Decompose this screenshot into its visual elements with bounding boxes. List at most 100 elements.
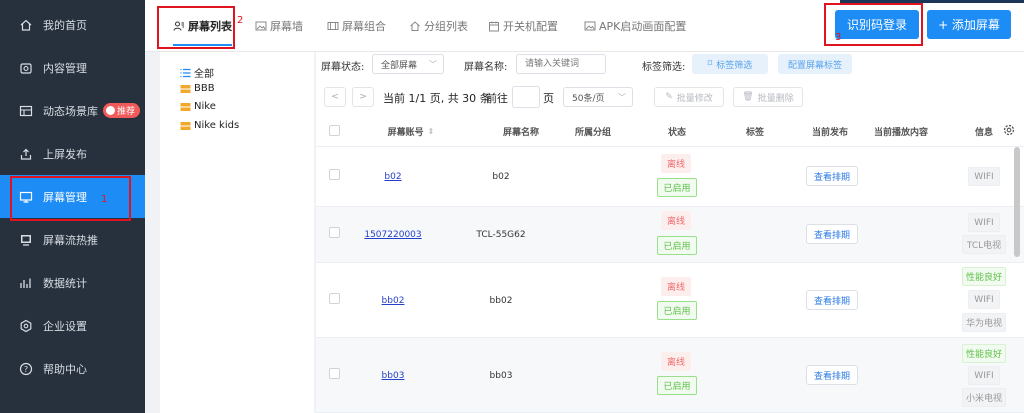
status-select[interactable]: 全部屏幕 ﹀ (372, 54, 444, 74)
screen-account-link[interactable]: 1507220003 (364, 230, 421, 240)
enabled-badge: 已启用 (657, 236, 697, 255)
batch-edit-button[interactable]: ✎ 批量修改 (654, 87, 724, 107)
view-schedule-button[interactable]: 查看排期 (806, 166, 858, 186)
tab-power-config[interactable]: 开关机配置 (488, 10, 558, 42)
add-screen-button[interactable]: + 添加屏幕 (927, 10, 1011, 39)
tab-screen-combo[interactable]: 屏幕组合 (327, 10, 386, 42)
view-schedule-button[interactable]: 查看排期 (806, 365, 858, 385)
screen-account-link[interactable]: bb03 (382, 371, 405, 381)
settings-gear-icon[interactable] (1002, 123, 1016, 140)
view-schedule-button[interactable]: 查看排期 (806, 290, 858, 310)
offline-badge: 离线 (661, 352, 691, 371)
table-header: 屏幕账号 ⇕ 屏幕名称 所属分组 状态 标签 当前发布 当前播放内容 信息 (316, 115, 1024, 147)
sidebar-item-publish[interactable]: 上屏发布 (0, 132, 145, 175)
tree-item-all[interactable]: 全部 (180, 65, 214, 80)
goto-label: 前往 (486, 92, 508, 105)
annotation-number-1: 1 (101, 194, 108, 205)
tag-filter-button[interactable]: ⌑ 标签筛选 (692, 54, 768, 74)
annotation-number-2: 2 (237, 15, 244, 26)
trash-icon: 🗑 (742, 92, 754, 102)
info-tag: WIFI (968, 290, 1000, 309)
sidebar-item-home[interactable]: 我的首页 (0, 3, 145, 46)
list-icon (180, 68, 191, 78)
chart-icon (19, 276, 33, 290)
offline-badge: 离线 (661, 154, 691, 173)
sidebar-item-label: 屏幕流热推 (43, 233, 98, 247)
sidebar-item-help[interactable]: ? 帮助中心 (0, 347, 145, 390)
offline-badge: 离线 (661, 277, 691, 296)
batch-delete-button[interactable]: 🗑 批量删除 (733, 87, 803, 107)
name-search-input[interactable] (516, 54, 606, 74)
upload-icon (19, 147, 33, 161)
vertical-scrollbar[interactable] (1014, 147, 1020, 257)
row-checkbox[interactable] (329, 293, 340, 304)
config-screen-tag-button[interactable]: 配置屏幕标签 (778, 54, 852, 74)
tree-item-nike[interactable]: Nike (180, 101, 216, 112)
annotation-box-2 (157, 6, 235, 49)
sidebar-item-label: 上屏发布 (43, 147, 87, 161)
table-row: 1507220003 TCL-55G62 离线 已启用 查看排期 WIFI TC… (316, 207, 1024, 263)
row-checkbox[interactable] (329, 227, 340, 238)
row-checkbox[interactable] (329, 169, 340, 180)
sidebar-item-label: 帮助中心 (43, 362, 87, 376)
sidebar-item-label: 数据统计 (43, 276, 87, 290)
sidebar-item-content[interactable]: 内容管理 (0, 46, 145, 89)
badge-icon (106, 106, 115, 115)
calendar-icon (488, 20, 500, 32)
chevron-down-icon: ﹀ (618, 93, 626, 102)
enabled-badge: 已启用 (657, 178, 697, 197)
sidebar-item-statistics[interactable]: 数据统计 (0, 261, 145, 304)
sidebar-item-label: 动态场景库 (43, 104, 98, 118)
enabled-badge: 已启用 (657, 376, 697, 395)
sort-icon[interactable]: ⇕ (428, 127, 435, 136)
view-schedule-button[interactable]: 查看排期 (806, 224, 858, 244)
info-tag: 华为电视 (962, 313, 1006, 332)
offline-badge: 离线 (661, 211, 691, 230)
row-checkbox[interactable] (329, 368, 340, 379)
info-tag: WIFI (968, 167, 1000, 186)
tab-screen-wall[interactable]: 屏幕墙 (255, 10, 303, 42)
chevron-down-icon: ﹀ (429, 60, 437, 69)
col-status: 状态 (667, 127, 686, 138)
page-size-select[interactable]: 50条/页 ﹀ (563, 87, 633, 107)
sidebar-item-label: 内容管理 (43, 61, 87, 75)
edit-icon: ✎ (665, 92, 673, 102)
sidebar-item-enterprise-settings[interactable]: 企业设置 (0, 304, 145, 347)
goto-page-input[interactable] (512, 86, 540, 108)
screen-account-link[interactable]: b02 (384, 172, 401, 182)
table-row: b02 b02 离线 已启用 查看排期 WIFI (316, 147, 1024, 207)
page-info: 当前 1/1 页, 共 30 条 (383, 92, 491, 105)
gear-icon (19, 319, 33, 333)
screen-name: b02 (492, 172, 510, 182)
screen-name: TCL-55G62 (476, 230, 526, 240)
folder-icon (180, 84, 191, 94)
tree-item-nike-kids[interactable]: Nike kids (180, 120, 239, 131)
tab-group-list[interactable]: 分组列表 (409, 10, 468, 42)
content-icon (19, 61, 33, 75)
svg-text:?: ? (24, 365, 28, 374)
home-icon (409, 20, 421, 32)
help-icon: ? (19, 362, 33, 376)
image-icon (584, 20, 596, 32)
chevron-left-icon: < (331, 92, 339, 102)
select-all-checkbox[interactable] (329, 125, 340, 136)
sidebar-item-screen-push[interactable]: 屏幕流热推 (0, 218, 145, 261)
info-tag: WIFI (968, 366, 1000, 385)
page-unit-label: 页 (543, 92, 554, 105)
folder-icon (180, 102, 191, 112)
tree-item-bbb[interactable]: BBB (180, 83, 215, 94)
table-row: bb03 bb03 离线 已启用 查看排期 性能良好 WIFI 小米电视 (316, 338, 1024, 413)
info-tag: WIFI (968, 213, 1000, 232)
col-info: 信息 (974, 127, 993, 138)
chevron-right-icon: > (359, 92, 367, 102)
annotation-box-1 (10, 176, 131, 221)
next-page-button[interactable]: > (352, 87, 374, 107)
home-icon (19, 18, 33, 32)
screen-account-link[interactable]: bb02 (382, 296, 405, 306)
sidebar-item-label: 我的首页 (43, 18, 87, 32)
col-screen-account[interactable]: 屏幕账号 ⇕ (356, 115, 466, 147)
prev-page-button[interactable]: < (324, 87, 346, 107)
sidebar-item-scene-library[interactable]: 动态场景库 推荐 (0, 89, 145, 132)
tab-apk-splash-config[interactable]: APK启动画面配置 (584, 10, 686, 42)
performance-tag: 性能良好 (962, 267, 1006, 286)
